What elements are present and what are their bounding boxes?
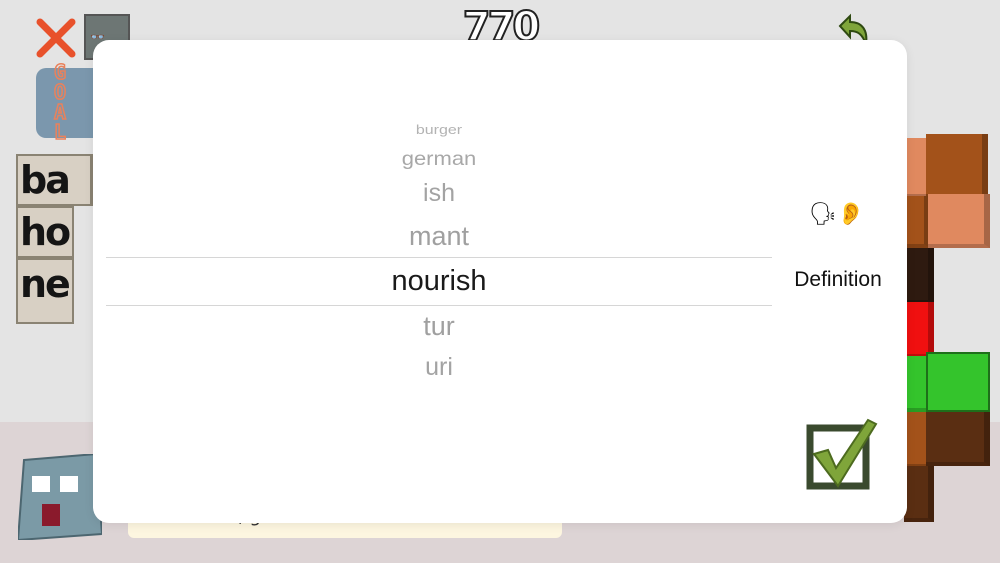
brick (926, 352, 990, 412)
goal-letter: A (53, 100, 67, 124)
brick (926, 134, 988, 198)
pronunciation-buttons: 🗣👂 (809, 202, 864, 227)
picker-option[interactable]: ish (106, 179, 772, 208)
word-tile[interactable]: ba (16, 154, 92, 206)
picker-option[interactable]: tur (106, 311, 772, 342)
goal-letter: O (53, 80, 67, 104)
word-picker[interactable]: burger german ish mant nourish tur uri (106, 120, 772, 400)
word-picker-dialog: burger german ish mant nourish tur uri 🗣… (93, 40, 907, 523)
brick (904, 302, 934, 358)
brick (904, 196, 930, 248)
speaking-head-icon[interactable]: 🗣 (809, 202, 837, 227)
brick (928, 194, 990, 248)
goal-label: G O A L (45, 60, 75, 144)
brick (904, 248, 934, 304)
picker-selection-top-line (106, 257, 772, 258)
picker-option[interactable]: burger (106, 124, 772, 138)
picker-option[interactable]: uri (106, 353, 772, 382)
picker-selected-option[interactable]: nourish (106, 265, 772, 298)
close-x-icon[interactable] (34, 16, 78, 60)
brick (904, 466, 934, 522)
picker-option[interactable]: mant (106, 221, 772, 252)
word-tile[interactable]: ho (16, 206, 74, 258)
brick (926, 412, 990, 466)
goal-letter: G (53, 60, 67, 84)
goal-letter: L (53, 120, 67, 144)
word-tile[interactable]: ne (16, 258, 74, 324)
definition-button[interactable]: Definition (783, 268, 893, 292)
checkbox-confirm-icon[interactable] (806, 416, 878, 492)
ear-icon[interactable]: 👂 (837, 202, 864, 227)
picker-option[interactable]: german (106, 148, 772, 171)
picker-selection-bottom-line (106, 305, 772, 306)
character-face-icon (18, 454, 102, 540)
